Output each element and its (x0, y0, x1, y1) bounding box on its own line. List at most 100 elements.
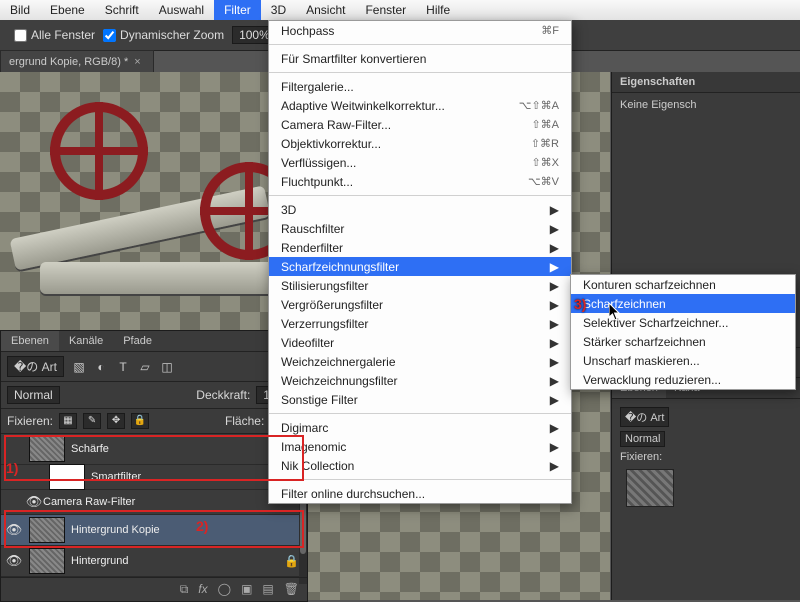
visibility-icon[interactable]: 👁 (5, 522, 23, 538)
filter-menu-item[interactable]: Weichzeichnungsfilter▶ (269, 371, 571, 390)
filter-menu-item[interactable]: Weichzeichnergalerie▶ (269, 352, 571, 371)
menu-bild[interactable]: Bild (0, 0, 40, 20)
layers-tab-pfade[interactable]: Pfade (113, 331, 162, 351)
filter-menu-item[interactable]: Verflüssigen...⇧⌘X (269, 153, 571, 172)
filter-menu-item[interactable]: Camera Raw-Filter...⇧⌘A (269, 115, 571, 134)
layers-tab-ebenen[interactable]: Ebenen (1, 331, 59, 351)
filter-menu-item[interactable]: Sonstige Filter▶ (269, 390, 571, 409)
layer-name: Hintergrund Kopie (71, 524, 303, 536)
link-icon[interactable]: ⧉ (180, 582, 189, 597)
annotation-label-2: 2) (196, 518, 208, 534)
filter-menu-item[interactable]: Nik Collection▶ (269, 456, 571, 475)
mini-blend-select[interactable]: Normal (620, 431, 665, 447)
lock-move-icon[interactable]: ✥ (107, 413, 125, 429)
layers-lock-row: Fixieren: ▦ ✎ ✥ 🔒 Fläche: 100% (1, 409, 307, 434)
apple-menubar: BildEbeneSchriftAuswahlFilter3DAnsichtFe… (0, 0, 800, 21)
lock-pixels-icon[interactable]: ▦ (59, 413, 77, 429)
filter-menu-item[interactable]: 3D▶ (269, 200, 571, 219)
layer-row[interactable]: Smartfilter (1, 465, 307, 490)
filter-menu-item[interactable]: Objektivkorrektur...⇧⌘R (269, 134, 571, 153)
close-icon[interactable]: × (134, 56, 140, 68)
filter-menu-item[interactable]: Filtergalerie... (269, 77, 571, 96)
folder-icon[interactable]: ▣ (241, 582, 252, 597)
sharpen-submenu[interactable]: Konturen scharfzeichnenScharfzeichnenSel… (570, 274, 796, 390)
layer-thumb (29, 548, 65, 574)
filter-menu-item[interactable]: Für Smartfilter konvertieren (269, 49, 571, 68)
filter-image-icon[interactable]: ▧ (72, 360, 86, 374)
fx-icon[interactable]: fx (198, 582, 207, 597)
annotation-label-1: 1) (6, 460, 18, 476)
mask-icon[interactable]: ◯ (218, 582, 231, 597)
layer-row[interactable]: 👁Camera Raw-Filter (1, 490, 307, 515)
filter-menu-item[interactable]: Fluchtpunkt...⌥⌘V (269, 172, 571, 191)
filter-menu-item[interactable]: Vergrößerungsfilter▶ (269, 295, 571, 314)
lock-brush-icon[interactable]: ✎ (83, 413, 101, 429)
blend-mode-select[interactable]: Normal (7, 386, 60, 404)
lock-label: Fixieren: (7, 414, 53, 428)
sharpen-menu-item[interactable]: Konturen scharfzeichnen (571, 275, 795, 294)
menu-ansicht[interactable]: Ansicht (296, 0, 355, 20)
dynamic-zoom-label: Dynamischer Zoom (120, 28, 224, 42)
properties-panel-body: Keine Eigensch (612, 93, 800, 117)
layer-row[interactable]: 👁Hintergrund🔒 (1, 546, 307, 577)
filter-menu-item[interactable]: Renderfilter▶ (269, 238, 571, 257)
visibility-icon[interactable]: 👁 (5, 553, 23, 569)
layers-tab-kanäle[interactable]: Kanäle (59, 331, 113, 351)
mini-fix-label: Fixieren: (620, 451, 792, 463)
filter-smart-icon[interactable]: ◫ (160, 360, 174, 374)
layer-row[interactable]: 👁 Hintergrund Kopie (1, 515, 307, 546)
opacity-label: Deckkraft: (196, 388, 250, 402)
mini-layer-thumb[interactable] (626, 469, 674, 507)
layers-panel: EbenenKanälePfade �の Art ▧ ◐ T ▱ ◫ Norma… (0, 330, 308, 602)
properties-panel-header[interactable]: Eigenschaften (612, 72, 800, 93)
new-layer-icon[interactable]: ▤ (262, 582, 273, 597)
menu-fenster[interactable]: Fenster (355, 0, 416, 20)
dynamic-zoom-checkbox[interactable] (103, 29, 116, 42)
layer-kind-select[interactable]: �の Art (7, 356, 64, 377)
sharpen-menu-item[interactable]: Unscharf maskieren... (571, 351, 795, 370)
filter-menu[interactable]: Hochpass⌘F Für Smartfilter konvertieren Fi… (268, 20, 572, 504)
filter-menu-item[interactable]: Hochpass⌘F (269, 21, 571, 40)
filter-menu-item[interactable]: Stilisierungsfilter▶ (269, 276, 571, 295)
menu-hilfe[interactable]: Hilfe (416, 0, 460, 20)
menu-ebene[interactable]: Ebene (40, 0, 95, 20)
layers-blend-row: Normal Deckkraft: 100% (1, 382, 307, 409)
filter-type-icon[interactable]: T (116, 360, 130, 374)
menu-3d[interactable]: 3D (261, 0, 296, 20)
layer-thumb (29, 517, 65, 543)
filter-menu-item[interactable]: Filter online durchsuchen... (269, 484, 571, 503)
layer-row[interactable]: Schärfe◉ (1, 434, 307, 465)
document-tab[interactable]: ergrund Kopie, RGB/8) * × (0, 50, 154, 73)
layer-thumb (29, 436, 65, 462)
layers-footer: ⧉ fx ◯ ▣ ▤ 🗑 (1, 577, 307, 601)
filter-adjust-icon[interactable]: ◐ (94, 360, 108, 374)
filter-menu-item[interactable]: Rauschfilter▶ (269, 219, 571, 238)
fill-label: Fläche: (225, 414, 264, 428)
menu-schrift[interactable]: Schrift (95, 0, 149, 20)
sharpen-menu-item[interactable]: Scharfzeichnen (571, 294, 795, 313)
all-windows-label: Alle Fenster (31, 28, 95, 42)
layer-name: Camera Raw-Filter (43, 496, 303, 508)
filter-menu-item[interactable]: Digimarc▶ (269, 418, 571, 437)
layers-filter-row: �の Art ▧ ◐ T ▱ ◫ (1, 352, 307, 382)
sharpen-menu-item[interactable]: Stärker scharfzeichnen (571, 332, 795, 351)
filter-menu-item[interactable]: Videofilter▶ (269, 333, 571, 352)
lock-icon: 🔒 (284, 554, 299, 568)
trash-icon[interactable]: 🗑 (284, 582, 299, 597)
all-windows-checkbox[interactable] (14, 29, 27, 42)
menu-filter[interactable]: Filter (214, 0, 261, 20)
filter-menu-item[interactable]: Adaptive Weitwinkelkorrektur...⌥⇧⌘A (269, 96, 571, 115)
mini-kind-select[interactable]: �の Art (620, 407, 669, 427)
menu-auswahl[interactable]: Auswahl (149, 0, 214, 20)
layer-thumb (49, 464, 85, 490)
sharpen-menu-item[interactable]: Selektiver Scharfzeichner... (571, 313, 795, 332)
sharpen-menu-item[interactable]: Verwacklung reduzieren... (571, 370, 795, 389)
filter-shape-icon[interactable]: ▱ (138, 360, 152, 374)
lock-all-icon[interactable]: 🔒 (131, 413, 149, 429)
annotation-label-3: 3) (574, 296, 586, 312)
document-tab-label: ergrund Kopie, RGB/8) * (9, 56, 128, 68)
visibility-icon[interactable]: 👁 (25, 494, 43, 510)
filter-menu-item[interactable]: Imagenomic▶ (269, 437, 571, 456)
filter-menu-item[interactable]: Scharfzeichnungsfilter▶ (269, 257, 571, 276)
filter-menu-item[interactable]: Verzerrungsfilter▶ (269, 314, 571, 333)
